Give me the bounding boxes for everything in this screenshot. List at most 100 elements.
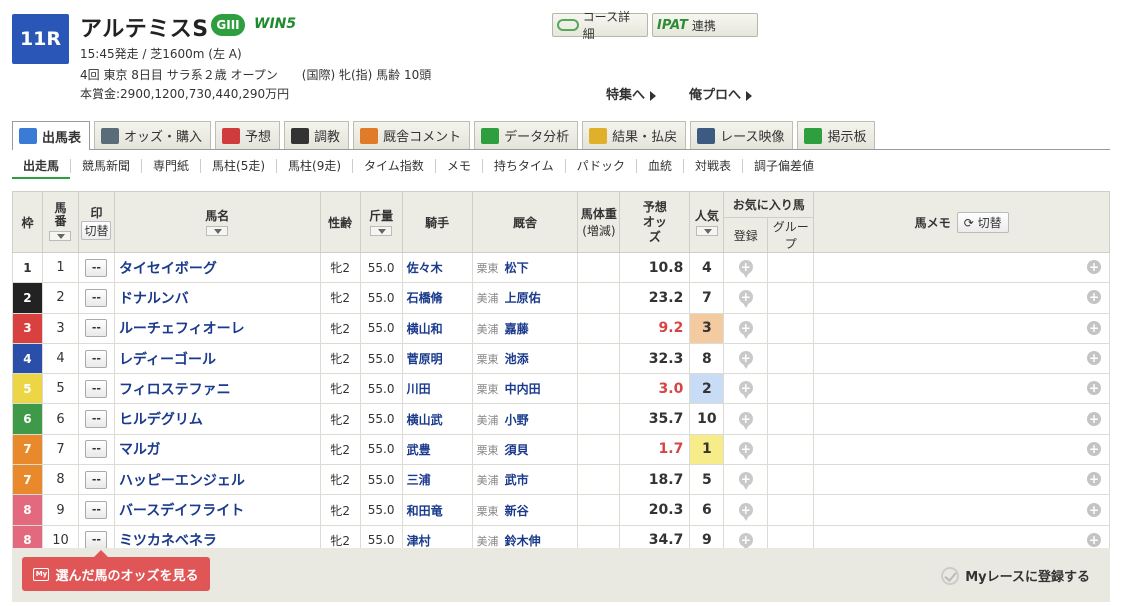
trainer-link[interactable]: 新谷 (505, 504, 529, 518)
mark-select[interactable]: -- (85, 258, 108, 277)
trainer-link[interactable]: 池添 (505, 352, 529, 366)
add-memo-icon[interactable]: + (1087, 502, 1101, 517)
add-memo-icon[interactable]: + (1087, 290, 1101, 305)
ipat-link-button[interactable]: IPAT 連携 (652, 13, 758, 37)
add-favorite-icon[interactable]: + (738, 472, 753, 491)
horse-name-link[interactable]: レディーゴール (119, 352, 216, 368)
jockey-link[interactable]: 佐々木 (407, 261, 443, 275)
add-memo-icon[interactable]: + (1087, 381, 1101, 396)
add-favorite-icon[interactable]: + (738, 381, 753, 400)
tab-5[interactable]: データ分析 (474, 121, 579, 149)
subtab-1[interactable]: 競馬新聞 (70, 159, 141, 173)
add-memo-icon[interactable]: + (1087, 441, 1101, 456)
add-favorite-icon[interactable]: + (738, 502, 753, 521)
horse-name-link[interactable]: ルーチェフィオーレ (119, 321, 245, 337)
horse-name-link[interactable]: タイセイボーグ (119, 261, 217, 277)
mark-select[interactable]: -- (85, 349, 108, 368)
jockey-link[interactable]: 三浦 (407, 473, 431, 487)
tab-7[interactable]: レース映像 (690, 121, 794, 149)
trainer-link[interactable]: 小野 (505, 413, 529, 427)
race-title: アルテミスS (80, 17, 209, 42)
mark-select[interactable]: -- (85, 379, 108, 398)
mark-select[interactable]: -- (85, 319, 108, 338)
subtab-0[interactable]: 出走馬 (12, 159, 71, 179)
add-memo-icon[interactable]: + (1087, 411, 1101, 426)
memo-toggle-button[interactable]: ⟳ 切替 (956, 211, 1009, 233)
tab-0[interactable]: 出馬表 (12, 121, 91, 150)
add-memo-icon[interactable]: + (1087, 260, 1101, 275)
horse-name-link[interactable]: マルガ (119, 442, 161, 458)
sub-tabs: 出走馬 競馬新聞 専門紙 馬柱(5走) 馬柱(9走) タイム指数 メモ 持ちタイム パドック 血統… (12, 151, 825, 181)
trainer-link[interactable]: 松下 (505, 261, 529, 275)
my-race-register-button[interactable]: Myレースに登録する (941, 566, 1090, 585)
jockey-link[interactable]: 津村 (407, 534, 431, 548)
horse-name-link[interactable]: ハッピーエンジェル (119, 473, 245, 489)
trainer-link[interactable]: 須貝 (505, 443, 529, 457)
subtab-5[interactable]: タイム指数 (352, 159, 435, 173)
feature-link[interactable]: 特集へ (606, 84, 656, 103)
mark-select[interactable]: -- (85, 288, 108, 307)
trainer-link[interactable]: 上原佑 (505, 291, 541, 305)
course-detail-button[interactable]: コース詳細 (552, 10, 648, 41)
mark-select[interactable]: -- (85, 470, 108, 489)
add-favorite-icon[interactable]: + (738, 351, 753, 370)
col-popular[interactable]: 人気 (689, 191, 725, 253)
mark-select[interactable]: -- (85, 501, 108, 520)
jockey-link[interactable]: 武豊 (407, 443, 431, 457)
mark-toggle-button[interactable]: 切替 (81, 221, 112, 240)
mark-select[interactable]: -- (85, 531, 108, 550)
add-favorite-icon[interactable]: + (738, 532, 753, 551)
stable-area: 栗東 (476, 383, 499, 397)
trainer-link[interactable]: 武市 (505, 473, 529, 487)
add-memo-icon[interactable]: + (1087, 472, 1101, 487)
jockey-link[interactable]: 川田 (407, 382, 431, 396)
jockey-link[interactable]: 菅原明 (407, 352, 443, 366)
subtab-6[interactable]: メモ (434, 159, 482, 173)
tab-1[interactable]: オッズ・購入 (94, 121, 212, 149)
subtab-4[interactable]: 馬柱(9走) (276, 159, 352, 173)
blog-link[interactable]: 俺プロへ (689, 84, 752, 103)
add-memo-icon[interactable]: + (1087, 532, 1101, 547)
horse-name-link[interactable]: バースデイフライト (119, 503, 244, 519)
add-favorite-icon[interactable]: + (738, 290, 753, 309)
add-memo-icon[interactable]: + (1087, 351, 1101, 366)
selected-odds-button[interactable]: My 選んだ馬のオッズを見る (22, 550, 210, 591)
horse-name-link[interactable]: フィロステファニ (119, 382, 231, 398)
jockey-link[interactable]: 和田竜 (407, 504, 443, 518)
subtab-7[interactable]: 持ちタイム (481, 159, 565, 173)
col-mark: 印切替 (77, 191, 115, 253)
trainer-link[interactable]: 中内田 (505, 382, 541, 396)
jockey-link[interactable]: 横山和 (407, 322, 443, 336)
horse-name-link[interactable]: ミツカネベネラ (119, 533, 217, 549)
subtab-2[interactable]: 専門紙 (141, 159, 200, 173)
mark-select[interactable]: -- (85, 410, 108, 429)
add-favorite-icon[interactable]: + (738, 441, 753, 460)
subtab-3[interactable]: 馬柱(5走) (200, 159, 276, 173)
trainer-link[interactable]: 嘉藤 (505, 322, 529, 336)
subtab-9[interactable]: 血統 (635, 159, 683, 173)
tab-6[interactable]: 結果・払戻 (582, 121, 687, 149)
horse-name-link[interactable]: ヒルデグリム (119, 412, 203, 428)
tab-8[interactable]: 掲示板 (797, 121, 876, 149)
add-favorite-icon[interactable]: + (738, 260, 753, 279)
umaban-cell: 4 (41, 342, 79, 375)
trainer-link[interactable]: 鈴木伸 (505, 534, 541, 548)
tab-3[interactable]: 調教 (284, 121, 350, 149)
subtab-8[interactable]: パドック (564, 159, 636, 173)
fav-group-cell (767, 403, 815, 435)
tab-2[interactable]: 予想 (215, 121, 281, 149)
jockey-link[interactable]: 横山武 (407, 413, 443, 427)
mark-select[interactable]: -- (85, 440, 108, 459)
add-favorite-icon[interactable]: + (738, 411, 753, 430)
col-weight[interactable]: 斤量 (359, 191, 403, 253)
tab-4[interactable]: 厩舎コメント (353, 121, 471, 149)
subtab-11[interactable]: 調子偏差値 (742, 159, 825, 173)
horse-name-link[interactable]: ドナルンバ (119, 291, 189, 307)
col-umaban[interactable]: 馬番 (41, 191, 79, 253)
add-memo-icon[interactable]: + (1087, 320, 1101, 335)
col-name[interactable]: 馬名 (113, 191, 321, 253)
stable-area: 栗東 (476, 353, 499, 367)
subtab-10[interactable]: 対戦表 (682, 159, 742, 173)
jockey-link[interactable]: 石橋脩 (407, 291, 443, 305)
add-favorite-icon[interactable]: + (738, 320, 753, 339)
